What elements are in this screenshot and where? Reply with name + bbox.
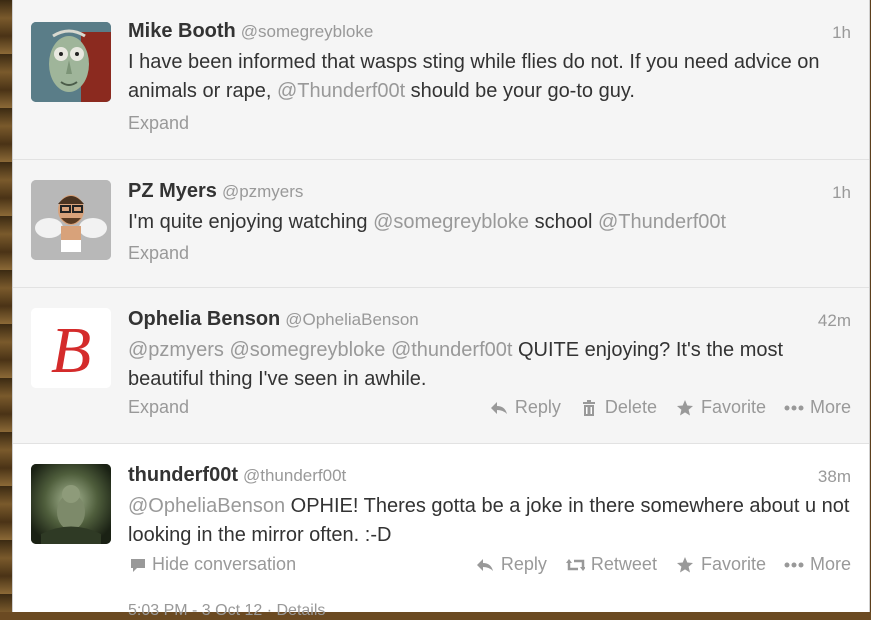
expand-link[interactable]: Expand — [128, 113, 189, 134]
hide-conversation-label: Hide conversation — [152, 554, 297, 574]
tweet-actions: Reply Retweet Favorite More — [475, 554, 851, 575]
expand-link[interactable]: Expand — [128, 243, 189, 264]
tweet-stream: Mike Booth @somegreybloke 1h I have been … — [12, 0, 870, 619]
retweet-button[interactable]: Retweet — [565, 554, 657, 575]
mention-link[interactable]: @somegreybloke — [229, 339, 385, 361]
avatar-image — [31, 464, 111, 544]
username[interactable]: @OpheliaBenson — [285, 310, 419, 329]
avatar-image — [31, 22, 111, 102]
hide-conversation-link[interactable]: Hide conversation — [128, 554, 296, 575]
tweet-item[interactable]: Mike Booth @somegreybloke 1h I have been … — [13, 0, 869, 160]
fullname[interactable]: Mike Booth — [128, 20, 236, 42]
fullname[interactable]: PZ Myers — [128, 180, 217, 202]
favorite-label: Favorite — [700, 397, 766, 417]
mention-link[interactable]: @somegreybloke — [373, 211, 529, 233]
trash-icon — [579, 398, 599, 418]
reply-label: Reply — [514, 397, 561, 417]
favorite-button[interactable]: Favorite — [675, 397, 766, 418]
fullname[interactable]: thunderf00t — [128, 464, 238, 486]
username[interactable]: @thunderf00t — [243, 466, 346, 485]
reply-icon — [475, 555, 495, 575]
timestamp[interactable]: 1h — [832, 183, 851, 203]
more-button[interactable]: More — [784, 554, 851, 575]
username[interactable]: @somegreybloke — [241, 22, 374, 41]
avatar[interactable] — [31, 464, 111, 544]
delete-label: Delete — [604, 397, 657, 417]
mention-link[interactable]: @thunderf00t — [391, 339, 513, 361]
star-icon — [675, 555, 695, 575]
tweet-item[interactable]: thunderf00t @thunderf00t 38m @OpheliaBens… — [13, 444, 869, 619]
mention-link[interactable]: @pzmyers — [128, 339, 224, 361]
reply-button[interactable]: Reply — [489, 397, 561, 418]
avatar-image — [31, 180, 111, 260]
tweet-text: I'm quite enjoying watching @somegreyblo… — [128, 208, 858, 237]
text-segment: should be your go-to guy. — [405, 80, 635, 102]
tweet-header: Mike Booth @somegreybloke 1h — [128, 20, 851, 46]
more-dots-icon — [784, 398, 804, 418]
timestamp[interactable]: 42m — [818, 311, 851, 331]
delete-button[interactable]: Delete — [579, 397, 657, 418]
avatar[interactable] — [31, 22, 111, 102]
tweet-item[interactable]: B Ophelia Benson @OpheliaBenson 42m @pzmy… — [13, 288, 869, 444]
retweet-label: Retweet — [590, 554, 657, 574]
tweet-text: @pzmyers @somegreybloke @thunderf00t QUI… — [128, 336, 858, 394]
timestamp[interactable]: 1h — [832, 23, 851, 43]
tweet-footer-details[interactable]: 5:03 PM - 3 Oct 12 · Details — [128, 602, 325, 620]
more-dots-icon — [784, 555, 804, 575]
reply-button[interactable]: Reply — [475, 554, 547, 575]
tweet-actions: Reply Delete Favorite More — [489, 397, 851, 418]
mention-link[interactable]: @OpheliaBenson — [128, 495, 285, 517]
avatar-letter: B — [51, 314, 91, 387]
more-button[interactable]: More — [784, 397, 851, 418]
star-icon — [675, 398, 695, 418]
username[interactable]: @pzmyers — [222, 182, 304, 201]
more-label: More — [809, 554, 851, 574]
expand-link[interactable]: Expand — [128, 397, 189, 418]
tweet-text: I have been informed that wasps sting wh… — [128, 48, 858, 106]
more-label: More — [809, 397, 851, 417]
mention-link[interactable]: @Thunderf00t — [277, 80, 405, 102]
speech-bubble-icon — [128, 555, 148, 575]
tweet-text: @OpheliaBenson OPHIE! Theres gotta be a … — [128, 492, 858, 550]
text-segment: school — [529, 211, 598, 233]
text-segment: I'm quite enjoying watching — [128, 211, 374, 233]
avatar-image: B — [31, 308, 111, 388]
timestamp[interactable]: 38m — [818, 467, 851, 487]
mention-link[interactable]: @Thunderf00t — [598, 211, 726, 233]
avatar[interactable]: B — [31, 308, 111, 388]
favorite-button[interactable]: Favorite — [675, 554, 766, 575]
fullname[interactable]: Ophelia Benson — [128, 308, 280, 330]
reply-icon — [489, 398, 509, 418]
retweet-icon — [565, 555, 585, 575]
tweet-header: PZ Myers @pzmyers 1h — [128, 180, 851, 206]
tweet-header: thunderf00t @thunderf00t 38m — [128, 464, 851, 490]
tweet-item[interactable]: PZ Myers @pzmyers 1h I'm quite enjoying w… — [13, 160, 869, 288]
avatar[interactable] — [31, 180, 111, 260]
tweet-header: Ophelia Benson @OpheliaBenson 42m — [128, 308, 851, 334]
reply-label: Reply — [500, 554, 547, 574]
favorite-label: Favorite — [700, 554, 766, 574]
